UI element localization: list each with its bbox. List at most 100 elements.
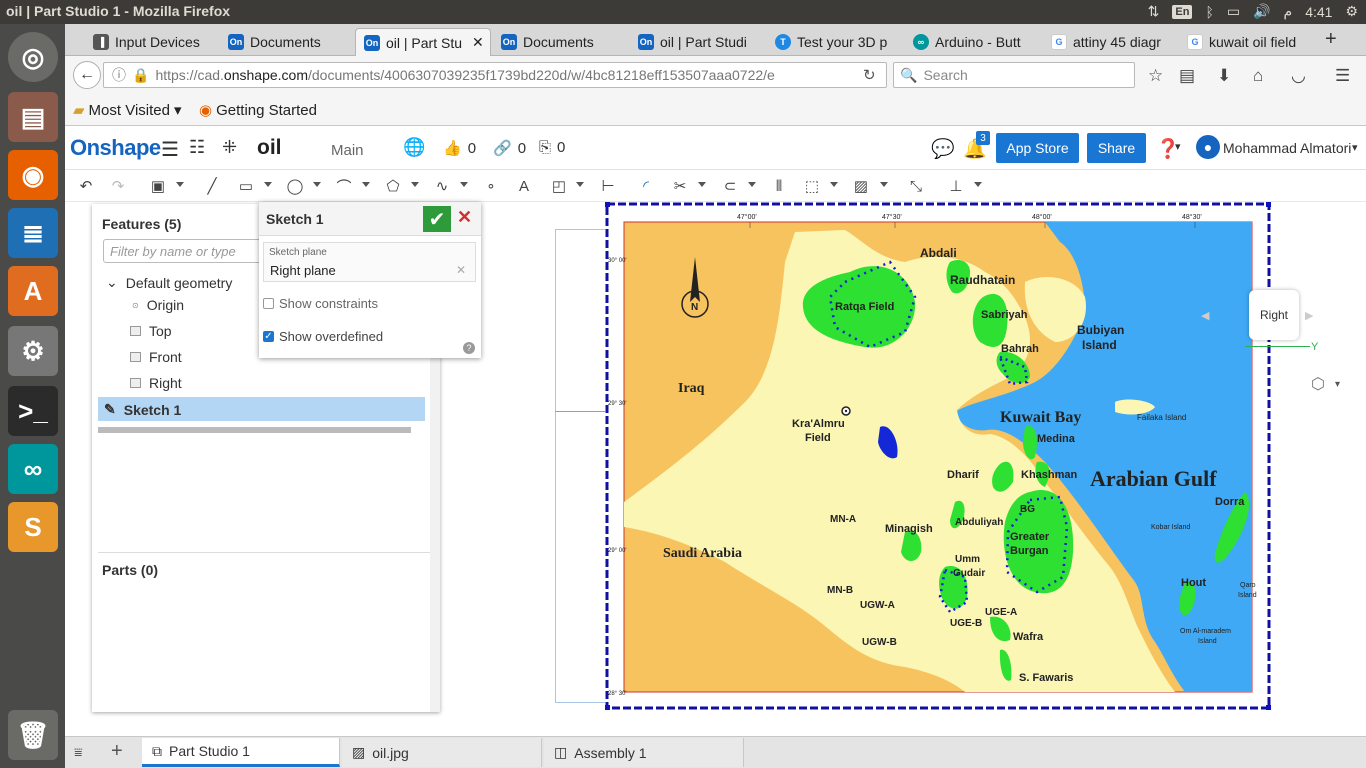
feature-right-plane[interactable]: Right bbox=[130, 375, 182, 391]
chevron-down-icon[interactable] bbox=[362, 182, 370, 187]
chevron-down-icon[interactable] bbox=[313, 182, 321, 187]
comments-icon[interactable]: 💬 bbox=[931, 137, 955, 161]
search-input[interactable]: 🔍 Search bbox=[893, 62, 1135, 88]
chevron-down-icon[interactable] bbox=[576, 182, 584, 187]
add-tab-plus-icon[interactable]: + bbox=[111, 740, 123, 763]
show-constraints-checkbox[interactable]: Show constraints bbox=[263, 296, 378, 311]
network-arrows-icon[interactable]: ⇅ bbox=[1148, 3, 1160, 20]
tab-list-icon[interactable]: ⩸ bbox=[74, 744, 83, 761]
sublime-icon[interactable]: S bbox=[8, 502, 58, 552]
file-manager-icon[interactable]: ▤ bbox=[8, 92, 58, 142]
parts-title[interactable]: Parts (0) bbox=[102, 562, 158, 578]
fillet-tool-icon[interactable]: ◜ bbox=[635, 175, 657, 197]
feature-list-icon[interactable]: ☷ bbox=[189, 137, 205, 158]
ubuntu-dash-icon[interactable]: ◎ bbox=[8, 32, 58, 82]
use-tool-icon[interactable]: ⤡ bbox=[905, 175, 927, 197]
chevron-down-icon[interactable] bbox=[411, 182, 419, 187]
view-cube-left-arrow-icon[interactable]: ◀ bbox=[1201, 309, 1209, 322]
chevron-down-icon[interactable] bbox=[460, 182, 468, 187]
tab-1[interactable]: On Documents bbox=[220, 28, 354, 56]
writer-icon[interactable]: ≣ bbox=[8, 208, 58, 258]
document-name[interactable]: oil bbox=[257, 136, 282, 160]
software-center-icon[interactable]: A bbox=[8, 266, 58, 316]
tab-assembly-1[interactable]: ◫ Assembly 1 bbox=[544, 738, 744, 767]
graphics-area[interactable]: Abdali Raudhatain Ratqa Field Sabriyah B… bbox=[65, 202, 1366, 741]
undo-icon[interactable]: ↶ bbox=[75, 175, 97, 197]
circle-tool-icon[interactable]: ◯ bbox=[284, 175, 306, 197]
redo-icon[interactable]: ↷ bbox=[107, 175, 129, 197]
chevron-down-icon[interactable]: ⌄ bbox=[106, 274, 118, 291]
sketch-plane-field[interactable]: Sketch plane Right plane ✕ bbox=[263, 242, 476, 282]
arc-tool-icon[interactable]: ⌒ bbox=[333, 175, 355, 197]
offset-tool-icon[interactable]: ⊂ bbox=[719, 175, 741, 197]
new-tab-plus-icon[interactable]: + bbox=[1325, 28, 1337, 51]
tab-4[interactable]: On oil | Part Studi bbox=[630, 28, 760, 56]
menu-hamburger-icon[interactable]: ☰ bbox=[1335, 66, 1350, 86]
downloads-icon[interactable]: ⬇ bbox=[1217, 66, 1231, 86]
info-icon[interactable]: ⓘ bbox=[112, 65, 126, 85]
line-tool-icon[interactable]: ╱ bbox=[201, 175, 223, 197]
feature-sketch-1[interactable]: ✎ Sketch 1 bbox=[104, 401, 181, 418]
bookmark-most-visited[interactable]: ▰ Most Visited ▾ bbox=[73, 101, 182, 120]
chevron-down-icon[interactable] bbox=[748, 182, 756, 187]
tab-8[interactable]: Gkuwait oil field bbox=[1179, 28, 1319, 56]
links-count[interactable]: 🔗 0 bbox=[493, 139, 526, 158]
rollback-bar[interactable] bbox=[98, 427, 411, 433]
kuwait-oil-map-image[interactable]: Abdali Raudhatain Ratqa Field Sabriyah B… bbox=[605, 202, 1271, 710]
tab-part-studio-1[interactable]: ⧉ Part Studio 1 bbox=[142, 738, 340, 767]
checkbox-checked-icon[interactable]: ✓ bbox=[263, 331, 274, 342]
system-settings-icon[interactable]: ⚙ bbox=[8, 326, 58, 376]
tab-oil-jpg[interactable]: ▨ oil.jpg bbox=[342, 738, 542, 767]
user-name[interactable]: Mohammad Almatori bbox=[1223, 140, 1351, 156]
polygon-tool-icon[interactable]: ⬠ bbox=[382, 175, 404, 197]
app-store-button[interactable]: App Store bbox=[996, 133, 1079, 163]
battery-icon[interactable]: ▭ bbox=[1227, 3, 1240, 20]
view-options-cube-icon[interactable]: ⬡ bbox=[1311, 374, 1325, 394]
cancel-x-icon[interactable]: ✕ bbox=[457, 207, 472, 228]
tab-7[interactable]: Gattiny 45 diagr bbox=[1043, 28, 1175, 56]
keyboard-layout-indicator[interactable]: En bbox=[1172, 4, 1193, 19]
view-cube-right-arrow-icon[interactable]: ▶ bbox=[1305, 309, 1313, 322]
chevron-down-icon[interactable] bbox=[830, 182, 838, 187]
chevron-down-icon[interactable] bbox=[176, 182, 184, 187]
default-geometry-group[interactable]: ⌄ Default geometry bbox=[106, 274, 232, 291]
reload-icon[interactable]: ↻ bbox=[863, 66, 876, 84]
trim-tool-icon[interactable]: ✂ bbox=[669, 175, 691, 197]
globe-icon[interactable]: 🌐 bbox=[403, 137, 425, 158]
construction-tool-icon[interactable]: ◰ bbox=[548, 175, 570, 197]
help-icon[interactable]: ? bbox=[463, 342, 475, 354]
mirror-tool-icon[interactable]: ⫴ bbox=[768, 175, 790, 197]
point-tool-icon[interactable]: ∘ bbox=[480, 175, 502, 197]
chevron-down-icon[interactable] bbox=[698, 182, 706, 187]
bookmark-star-icon[interactable]: ☆ bbox=[1148, 66, 1163, 86]
text-tool-icon[interactable]: A bbox=[513, 175, 535, 197]
trash-icon[interactable]: 🗑 bbox=[8, 710, 58, 760]
chevron-down-icon[interactable] bbox=[974, 182, 982, 187]
chevron-down-icon[interactable] bbox=[264, 182, 272, 187]
likes-count[interactable]: 👍 0 bbox=[443, 139, 476, 158]
tab-2[interactable]: On oil | Part Stu ✕ bbox=[355, 28, 491, 56]
clear-plane-icon[interactable]: ✕ bbox=[456, 263, 466, 277]
tab-6[interactable]: ∞ Arduino - Butt bbox=[905, 28, 1035, 56]
chevron-down-icon[interactable] bbox=[880, 182, 888, 187]
firefox-icon[interactable]: ◉ bbox=[8, 150, 58, 200]
terminal-icon[interactable]: >_ bbox=[8, 386, 58, 436]
add-feature-icon[interactable]: ⁜ bbox=[222, 137, 237, 158]
home-icon[interactable]: ⌂ bbox=[1253, 66, 1263, 86]
url-bar[interactable]: ⓘ 🔒 https://cad.onshape.com/documents/40… bbox=[103, 62, 887, 88]
view-options-chevron-icon[interactable]: ▾ bbox=[1335, 379, 1340, 390]
new-sketch-icon[interactable]: ▣ bbox=[147, 175, 169, 197]
feature-origin[interactable]: ⊙ Origin bbox=[132, 297, 184, 313]
accept-checkmark-icon[interactable]: ✔ bbox=[423, 206, 451, 232]
help-chevron-icon[interactable]: ▾ bbox=[1175, 140, 1181, 153]
onshape-logo[interactable]: Onshape bbox=[70, 135, 161, 161]
arduino-icon[interactable]: ∞ bbox=[8, 444, 58, 494]
dimension-tool-icon[interactable]: ⊢ bbox=[597, 175, 619, 197]
branch-name[interactable]: Main bbox=[331, 142, 364, 159]
tab-0[interactable]: ▐ Input Devices bbox=[85, 28, 218, 56]
tab-3[interactable]: On Documents bbox=[493, 28, 627, 56]
hamburger-menu-icon[interactable]: ☰ bbox=[161, 137, 179, 162]
spline-tool-icon[interactable]: ∿ bbox=[431, 175, 453, 197]
pocket-icon[interactable]: ◡ bbox=[1291, 66, 1306, 86]
back-arrow-icon[interactable]: ← bbox=[73, 61, 101, 89]
